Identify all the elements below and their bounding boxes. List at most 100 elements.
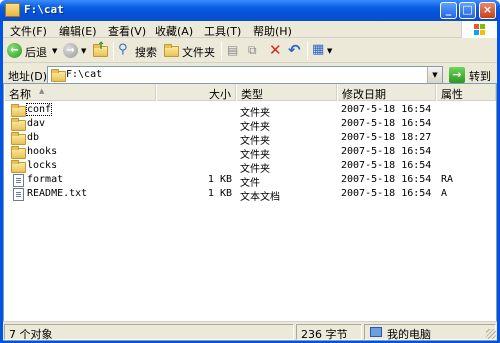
my-computer-icon [370, 327, 382, 337]
menu-tools[interactable]: 工具(T) [204, 23, 241, 39]
file-row[interactable]: dav 文件夹 2007-5-18 16:54 [4, 117, 496, 133]
move-to-button[interactable]: ▤ [227, 42, 243, 60]
file-name: dav [27, 118, 46, 129]
resize-grip[interactable] [486, 329, 496, 339]
menu-favorites[interactable]: 收藏(A) [155, 23, 193, 39]
file-size: 1 KB [207, 174, 232, 185]
folders-button[interactable]: 文件夹 [164, 42, 215, 60]
address-folder-icon [51, 69, 66, 82]
column-header-name[interactable]: 名称 ▲ [4, 84, 156, 101]
up-arrow-icon: ↑ [97, 41, 106, 52]
address-input[interactable]: F:\cat ▼ [47, 66, 443, 84]
file-type: 文本文档 [240, 192, 280, 203]
delete-x-icon: ✕ [269, 41, 282, 59]
back-arrow-icon: ← [7, 43, 22, 58]
search-icon: ⚲ [118, 42, 128, 57]
file-icon [13, 174, 24, 187]
folders-icon [164, 44, 179, 57]
folder-icon [5, 3, 20, 17]
file-row[interactable]: README.txt 1 KB 文本文档 2007-5-18 16:54 A [4, 187, 496, 203]
file-list[interactable]: 名称 ▲ 大小 类型 修改日期 属性 conf 文件夹 2007-5-18 16:5… [3, 83, 497, 341]
toolbar-separator [221, 42, 222, 60]
folder-icon [11, 118, 26, 131]
toolbar-separator [307, 42, 308, 60]
address-dropdown-icon[interactable]: ▼ [427, 67, 442, 83]
folder-icon [11, 132, 26, 145]
views-grid-icon: ▦ [312, 42, 325, 57]
move-to-icon: ▤ [227, 43, 239, 57]
copy-to-button[interactable]: ⧉ [248, 42, 264, 60]
window-client: 文件(F) 编辑(E) 查看(V) 收藏(A) 工具(T) 帮助(H) ← 后退… [3, 21, 497, 341]
file-modified: 2007-5-18 16:54 [341, 174, 432, 185]
file-modified: 2007-5-18 16:54 [341, 188, 432, 199]
file-size: 1 KB [207, 188, 232, 199]
toolbar-separator [113, 42, 114, 60]
folder-icon [11, 146, 26, 159]
folders-label: 文件夹 [182, 46, 215, 59]
file-row[interactable]: db 文件夹 2007-5-18 18:27 [4, 131, 496, 147]
file-row[interactable]: format 1 KB 文件 2007-5-18 16:54 RA [4, 173, 496, 189]
back-dropdown-icon[interactable]: ▼ [52, 47, 57, 55]
address-label: 地址(D) [8, 70, 48, 83]
views-button[interactable]: ▦ ▼ [312, 42, 336, 60]
folder-icon [11, 160, 26, 173]
column-header-attributes[interactable]: 属性 [436, 84, 496, 101]
file-name: conf [25, 103, 53, 116]
sort-ascending-icon: ▲ [39, 87, 45, 95]
explorer-window: F:\cat _ □ × 文件(F) 编辑(E) 查看(V) 收藏(A) 工具(… [0, 0, 500, 343]
menu-bar: 文件(F) 编辑(E) 查看(V) 收藏(A) 工具(T) 帮助(H) [3, 21, 497, 38]
delete-button[interactable]: ✕ [268, 41, 284, 60]
copy-to-icon: ⧉ [248, 43, 257, 57]
go-arrow-icon: → [449, 67, 465, 83]
close-button[interactable]: × [479, 2, 496, 19]
status-size: 236 字节 [296, 324, 362, 341]
search-label: 搜索 [135, 46, 157, 59]
menu-help[interactable]: 帮助(H) [253, 23, 292, 39]
file-modified: 2007-5-18 16:54 [341, 104, 432, 115]
file-modified: 2007-5-18 16:54 [341, 160, 432, 171]
back-button[interactable]: ← 后退 ▼ [7, 42, 59, 60]
file-row[interactable]: locks 文件夹 2007-5-18 16:54 [4, 159, 496, 175]
column-header-type[interactable]: 类型 [236, 84, 337, 101]
column-headers: 名称 ▲ 大小 类型 修改日期 属性 [4, 84, 496, 101]
minimize-button[interactable]: _ [440, 2, 457, 19]
file-attributes: RA [441, 174, 454, 185]
status-location: 我的电脑 [364, 324, 496, 341]
up-folder-button[interactable]: ↑ [93, 41, 109, 60]
toolbar: ← 后退 ▼ → ▼ ↑ ⚲ 搜索 文件夹 ▤ ⧉ ✕ ↶ ▦ ▼ [3, 39, 497, 63]
column-name-label: 名称 [9, 88, 31, 101]
text-file-icon [13, 188, 24, 201]
menu-view[interactable]: 查看(V) [108, 23, 146, 39]
forward-arrow-icon: → [63, 43, 78, 58]
file-row[interactable]: hooks 文件夹 2007-5-18 16:54 [4, 145, 496, 161]
file-name: db [27, 132, 40, 143]
title-bar[interactable]: F:\cat _ □ × [0, 0, 500, 21]
file-modified: 2007-5-18 16:54 [341, 146, 432, 157]
status-location-label: 我的电脑 [387, 328, 431, 341]
file-name: format [27, 174, 64, 185]
file-modified: 2007-5-18 18:27 [341, 132, 432, 143]
search-button[interactable]: ⚲ 搜索 [118, 42, 160, 60]
window-title: F:\cat [24, 3, 64, 16]
file-row[interactable]: conf 文件夹 2007-5-18 16:54 [4, 103, 496, 119]
file-name: hooks [27, 146, 58, 157]
file-modified: 2007-5-18 16:54 [341, 118, 432, 129]
menu-file[interactable]: 文件(F) [10, 23, 47, 39]
undo-button[interactable]: ↶ [288, 41, 304, 60]
file-name: locks [27, 160, 58, 171]
address-value: F:\cat [66, 69, 103, 80]
forward-button[interactable]: → ▼ [63, 42, 91, 60]
column-header-modified[interactable]: 修改日期 [337, 84, 436, 101]
back-label: 后退 [25, 46, 47, 59]
status-object-count: 7 个对象 [4, 324, 294, 341]
file-attributes: A [441, 188, 448, 199]
go-label: 转到 [469, 70, 491, 83]
folder-icon [11, 104, 26, 117]
column-header-size[interactable]: 大小 [156, 84, 236, 101]
maximize-button[interactable]: □ [459, 2, 476, 19]
status-bar: 7 个对象 236 字节 我的电脑 [3, 321, 497, 341]
views-dropdown-icon[interactable]: ▼ [327, 47, 332, 55]
forward-dropdown-icon[interactable]: ▼ [81, 47, 86, 55]
menu-edit[interactable]: 编辑(E) [59, 23, 97, 39]
undo-icon: ↶ [288, 41, 301, 59]
